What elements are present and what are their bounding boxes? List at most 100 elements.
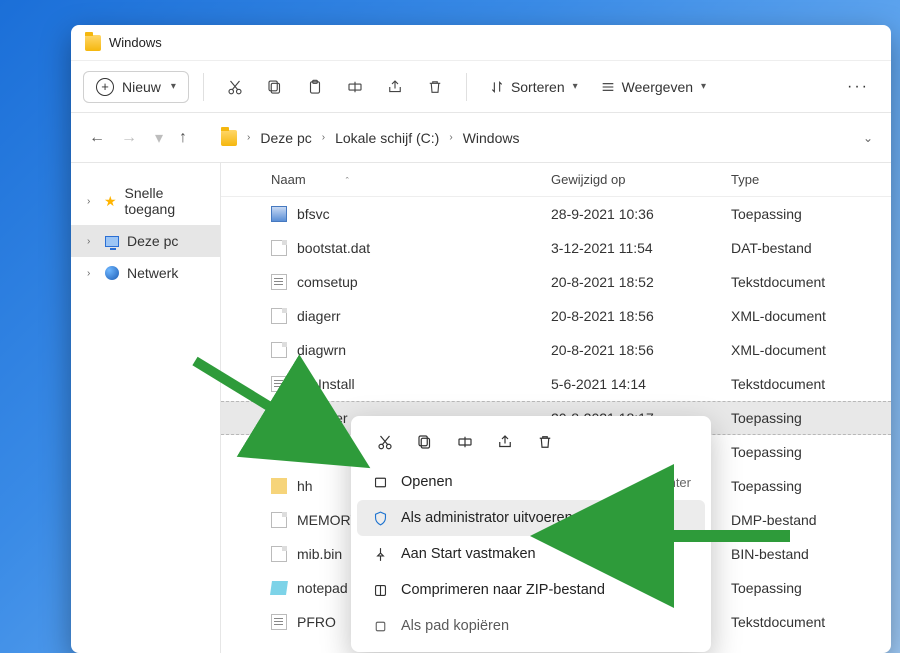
file-type: Tekstdocument [731,274,891,290]
separator [203,73,204,101]
sort-button[interactable]: Sorteren ▾ [481,73,586,101]
file-date: 5-6-2021 14:14 [551,376,731,392]
up-button[interactable]: ↑ [179,129,187,147]
file-date: 20-8-2021 18:52 [551,274,731,290]
col-modified[interactable]: Gewijzigd op [551,172,731,187]
file-type: XML-document [731,342,891,358]
titlebar[interactable]: Windows [71,25,891,61]
paste-button[interactable] [298,70,332,104]
file-row[interactable]: comsetup 20-8-2021 18:52Tekstdocument [221,265,891,299]
file-name: notepad [297,580,348,596]
more-button[interactable]: ··· [837,78,879,96]
new-button[interactable]: + Nieuw ▾ [83,71,189,103]
file-name: HelpPane [297,444,359,460]
new-label: Nieuw [122,79,161,95]
share-button[interactable] [491,428,519,456]
crumb-0[interactable]: Deze pc [260,130,311,146]
file-icon [271,240,287,256]
view-label: Weergeven [622,79,693,95]
chevron-right-icon: › [87,236,97,247]
notepad-icon [270,581,288,595]
file-type: Toepassing [731,206,891,222]
chevron-down-icon: ▾ [701,81,706,92]
delete-button[interactable] [531,428,559,456]
crumb-1[interactable]: Lokale schijf (C:) [335,130,439,146]
breadcrumb[interactable]: › Deze pc › Lokale schijf (C:) › Windows [221,130,519,146]
cut-button[interactable] [218,70,252,104]
ctx-open-hint: Enter [660,475,691,490]
app-icon [271,206,287,222]
zip-icon [371,581,389,599]
ctx-zip-label: Comprimeren naar ZIP-bestand [401,582,605,598]
text-icon [271,614,287,630]
ctx-open[interactable]: Openen Enter [357,464,705,500]
annotation-arrow-right [640,516,800,561]
sidebar-item-this-pc[interactable]: › Deze pc [71,225,220,257]
file-name: bootstat.dat [297,240,370,256]
column-headers[interactable]: Naam ˆ Gewijzigd op Type [221,163,891,197]
ctx-copy-path[interactable]: Als pad kopiëren [357,608,705,644]
file-icon [271,512,287,528]
help-icon: ? [271,444,287,460]
file-type: Tekstdocument [731,614,891,630]
recent-button[interactable]: ▾ [155,128,163,148]
file-list: Naam ˆ Gewijzigd op Type bfsvc 28-9-2021 1… [221,163,891,653]
open-icon [371,473,389,491]
delete-button[interactable] [418,70,452,104]
col-name[interactable]: Naam [271,172,306,187]
network-icon [105,266,119,280]
sidebar-item-network[interactable]: › Netwerk [71,257,220,289]
folder-icon [85,35,101,51]
file-date: 20-8-2021 18:56 [551,308,731,324]
sidebar-item-label: Netwerk [127,265,178,281]
file-name: comsetup [297,274,358,290]
crumb-2[interactable]: Windows [463,130,520,146]
text-icon [271,274,287,290]
annotation-arrow-left [190,356,310,441]
chevron-down-icon: ▾ [573,81,578,92]
chevron-right-icon: › [87,268,97,279]
file-row[interactable]: DtcInstall5-6-2021 14:14Tekstdocument [221,367,891,401]
file-date: 20-8-2021 18:56 [551,342,731,358]
pin-icon [371,545,389,563]
file-row[interactable]: bootstat.dat3-12-2021 11:54DAT-bestand [221,231,891,265]
file-name: bfsvc [297,206,330,222]
ctx-pin-label: Aan Start vastmaken [401,546,536,562]
chm-icon [271,478,287,494]
sidebar-item-label: Snelle toegang [125,185,209,217]
breadcrumb-expand[interactable]: ⌄ [863,131,873,145]
separator [466,73,467,101]
file-type: Toepassing [731,580,891,596]
file-row[interactable]: bfsvc 28-9-2021 10:36Toepassing [221,197,891,231]
folder-icon [221,130,237,146]
copy-path-icon [371,617,389,635]
view-button[interactable]: Weergeven ▾ [592,73,714,101]
col-type[interactable]: Type [731,172,891,187]
file-type: Toepassing [731,410,891,426]
forward-button[interactable]: → [121,129,137,147]
file-type: Tekstdocument [731,376,891,392]
file-type: Toepassing [731,444,891,460]
file-date: 28-9-2021 10:36 [551,206,731,222]
cut-button[interactable] [371,428,399,456]
file-name: diagerr [297,308,341,324]
sidebar-item-label: Deze pc [127,233,178,249]
chevron-down-icon: ▾ [171,81,176,92]
chevron-right-icon: › [322,132,325,143]
window-title: Windows [109,35,162,50]
file-row[interactable]: diagerr20-8-2021 18:56XML-document [221,299,891,333]
star-icon: ★ [104,193,117,210]
rename-button[interactable] [451,428,479,456]
sort-indicator-icon: ˆ [346,176,349,186]
back-button[interactable]: ← [89,129,105,147]
file-row[interactable]: diagwrn20-8-2021 18:56XML-document [221,333,891,367]
share-button[interactable] [378,70,412,104]
copy-button[interactable] [411,428,439,456]
ctx-compress-zip[interactable]: Comprimeren naar ZIP-bestand [357,572,705,608]
shield-icon [371,509,389,527]
copy-button[interactable] [258,70,292,104]
ctx-open-label: Openen [401,474,453,490]
rename-button[interactable] [338,70,372,104]
sidebar-item-quick-access[interactable]: › ★ Snelle toegang [71,177,220,225]
chevron-right-icon: › [87,196,96,207]
